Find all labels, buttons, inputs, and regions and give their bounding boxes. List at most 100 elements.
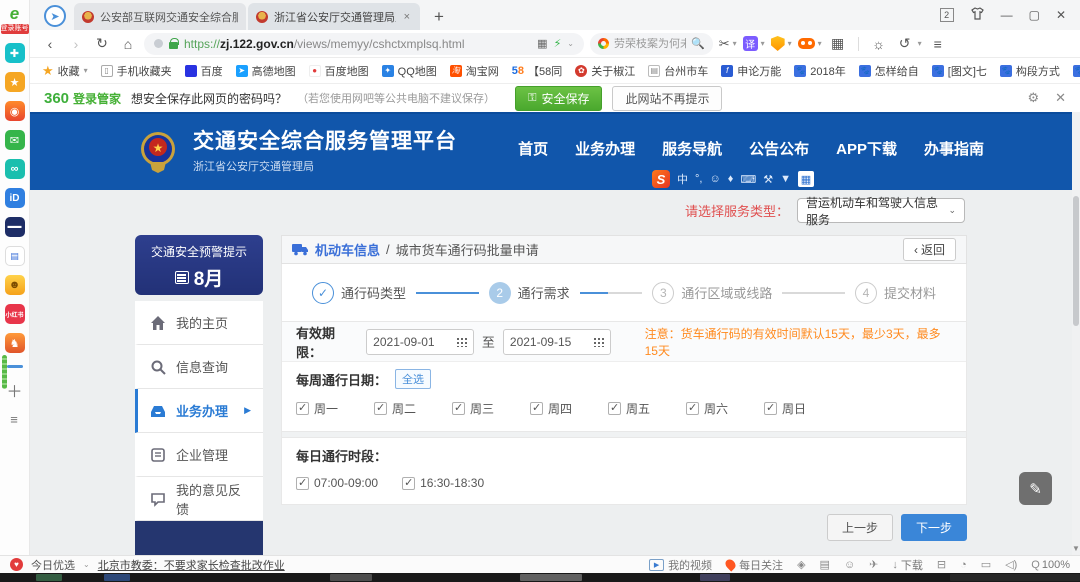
- bookmark-tuwen[interactable]: 🐾[图文]七: [932, 63, 987, 79]
- news-collapse-icon[interactable]: ⌄: [83, 560, 90, 569]
- scrollbar-down-arrow[interactable]: ▼: [1072, 544, 1080, 553]
- ime-grid-icon[interactable]: ▦: [798, 171, 814, 187]
- back-icon[interactable]: ‹: [40, 36, 60, 52]
- nav-business[interactable]: 业务办理: [575, 138, 635, 159]
- status-window-icon[interactable]: ▭: [981, 558, 991, 571]
- rail-menu-icon[interactable]: ≡: [0, 412, 29, 427]
- heart-badge-icon[interactable]: ♥: [10, 558, 23, 571]
- save-password-button[interactable]: ⚿安全保存: [515, 86, 602, 111]
- checkbox-friday[interactable]: 周五: [608, 400, 686, 417]
- sogou-logo-icon[interactable]: S: [652, 170, 670, 188]
- translate-tool[interactable]: 译▾: [743, 36, 765, 51]
- mail-app-icon[interactable]: ✉: [5, 130, 25, 150]
- status-incognito-icon[interactable]: ◔: [960, 559, 967, 571]
- security-tool[interactable]: ▾: [771, 36, 792, 51]
- navy-text-app-icon[interactable]: ▬▬: [5, 217, 25, 237]
- feedback-edit-button[interactable]: ✎: [1019, 472, 1052, 505]
- id-app-icon[interactable]: iD: [5, 188, 25, 208]
- windows-taskbar[interactable]: [0, 573, 1080, 582]
- pwdbar-settings-icon[interactable]: ⚙: [1027, 90, 1039, 106]
- apps-grid-icon[interactable]: ▦: [828, 35, 848, 52]
- health-app-icon[interactable]: ✚: [5, 43, 25, 63]
- daily-follow[interactable]: 每日关注: [726, 557, 783, 573]
- service-type-select[interactable]: 营运机动车和驾驶人信息服务 ⌄: [797, 198, 965, 223]
- news-headline-link[interactable]: 北京市教委：不要求家长检查批改作业: [98, 557, 285, 573]
- qr-code-icon[interactable]: ▦: [537, 37, 547, 50]
- search-icon[interactable]: 🔍: [691, 37, 705, 50]
- nav-service-guide[interactable]: 服务导航: [662, 138, 722, 159]
- daily-picks-label[interactable]: 今日优选: [31, 557, 75, 573]
- checkbox-monday[interactable]: 周一: [296, 400, 374, 417]
- maximize-icon[interactable]: ▢: [1029, 8, 1040, 22]
- tab-zhejiang-active[interactable]: 浙江省公安厅交通管理局互联网 ×: [248, 3, 420, 30]
- address-bar[interactable]: https://zj.122.gov.cn/views/memyy/cshctx…: [144, 33, 584, 55]
- status-smiley-icon[interactable]: ☺: [844, 559, 855, 571]
- history-undo-tool[interactable]: ↺▾: [895, 35, 922, 52]
- sidebar-item-enterprise[interactable]: 企业管理: [135, 433, 263, 477]
- bookmark-gaode[interactable]: ➤高德地图: [236, 63, 296, 79]
- bookmark-58[interactable]: 58【58同: [512, 63, 563, 79]
- date-from-input[interactable]: [373, 335, 449, 349]
- next-step-button[interactable]: 下一步: [901, 514, 967, 541]
- favorites-app-icon[interactable]: ★: [5, 72, 25, 92]
- scrollbar-thumb[interactable]: [1073, 196, 1079, 326]
- brightness-icon[interactable]: ☼: [869, 36, 889, 52]
- browser-360-logo-icon[interactable]: e: [3, 4, 27, 24]
- bookmark-jiaojiang[interactable]: ✿关于椒江: [575, 63, 635, 79]
- site-info-icon[interactable]: [154, 39, 163, 48]
- refresh-icon[interactable]: ↻: [92, 35, 112, 52]
- ime-emoji-icon[interactable]: ☺: [709, 173, 720, 185]
- new-tab-button[interactable]: +: [422, 3, 456, 30]
- page-url[interactable]: https://zj.122.gov.cn/views/memyy/cshctx…: [184, 37, 465, 51]
- bookmark-taobao[interactable]: 淘淘宝网: [450, 63, 499, 79]
- weibo-app-icon[interactable]: ◉: [5, 101, 25, 121]
- pwdbar-close-icon[interactable]: ✕: [1055, 90, 1066, 106]
- ime-chinese-mode-icon[interactable]: 中: [677, 171, 688, 187]
- forward-icon[interactable]: ›: [66, 36, 86, 52]
- breadcrumb-root[interactable]: 机动车信息: [315, 240, 380, 259]
- checkbox-slot-morning[interactable]: 07:00-09:00: [296, 476, 378, 490]
- back-button[interactable]: ‹返回: [903, 238, 956, 261]
- status-shield-icon[interactable]: ◈: [797, 558, 805, 571]
- games-tool[interactable]: ▾: [798, 38, 822, 49]
- sidebar-item-info-query[interactable]: 信息查询: [135, 345, 263, 389]
- search-box[interactable]: 🔍: [590, 33, 713, 55]
- nav-home[interactable]: 首页: [518, 138, 548, 159]
- game-face-app-icon[interactable]: ☻: [5, 275, 25, 295]
- address-dropdown-icon[interactable]: ⌄: [567, 39, 574, 48]
- xiaohongshu-app-icon[interactable]: 小红书: [5, 304, 25, 324]
- sidebar-item-feedback[interactable]: 我的意见反馈: [135, 477, 263, 521]
- nav-app-download[interactable]: APP下载: [836, 138, 897, 159]
- status-image-icon[interactable]: ▤: [820, 558, 830, 571]
- rail-slider[interactable]: [2, 355, 7, 389]
- status-sound-icon[interactable]: ◁): [1005, 558, 1017, 571]
- nav-handbook[interactable]: 办事指南: [924, 138, 984, 159]
- bookmark-favorites[interactable]: ★收藏▾: [42, 63, 88, 79]
- bookmark-shenlun[interactable]: f申论万能: [721, 63, 781, 79]
- checkbox-tuesday[interactable]: 周二: [374, 400, 452, 417]
- screenshot-tool[interactable]: ✂▾: [719, 36, 737, 52]
- status-car-icon[interactable]: ⊟: [937, 558, 946, 571]
- login-account-label[interactable]: 登录账号: [1, 24, 29, 34]
- skin-shirt-icon[interactable]: [970, 7, 985, 23]
- ime-tools-icon[interactable]: ⚒: [763, 173, 773, 186]
- checkbox-thursday[interactable]: 周四: [530, 400, 608, 417]
- tab-gonganbu[interactable]: 公安部互联网交通安全综合服务: [74, 3, 246, 30]
- ime-punctuation-icon[interactable]: °,: [695, 173, 702, 185]
- checkbox-sunday[interactable]: 周日: [764, 400, 842, 417]
- bookmark-gouduan[interactable]: 🐾构段方式: [1000, 63, 1060, 79]
- menu-hamburger-icon[interactable]: ≡: [928, 36, 948, 52]
- zoom-level[interactable]: Q100%: [1031, 559, 1070, 571]
- previous-step-button[interactable]: 上一步: [827, 514, 893, 541]
- status-rocket-icon[interactable]: ✈: [869, 558, 878, 571]
- nav-announcements[interactable]: 公告公布: [749, 138, 809, 159]
- checkbox-saturday[interactable]: 周六: [686, 400, 764, 417]
- bookmark-zenyang[interactable]: 🐾怎样给自: [859, 63, 919, 79]
- bookmark-baidu[interactable]: 百度: [185, 63, 223, 79]
- ime-skin-icon[interactable]: ▼: [780, 173, 791, 185]
- sidebar-item-business[interactable]: 业务办理 ▶: [135, 389, 263, 433]
- doc-app-icon[interactable]: ▤: [5, 246, 25, 266]
- dismiss-password-button[interactable]: 此网站不再提示: [612, 86, 722, 111]
- select-all-button[interactable]: 全选: [395, 369, 431, 389]
- page-scrollbar[interactable]: ▼: [1072, 112, 1080, 555]
